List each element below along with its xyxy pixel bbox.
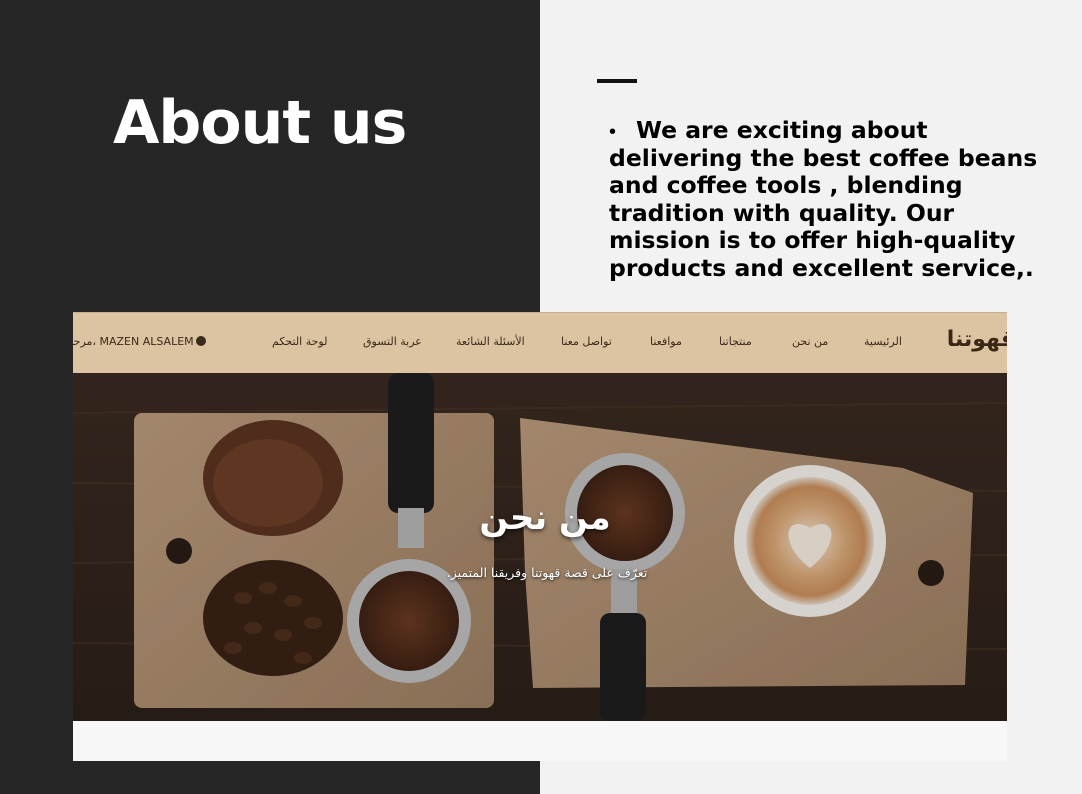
site-logo[interactable]: قهوتنا <box>947 327 1007 352</box>
greeting-text: مرحباً، MAZEN ALSALEM <box>73 335 194 348</box>
nav-locations[interactable]: موافعنا <box>650 335 682 348</box>
website-screenshot: قهوتنا الرئيسية من نحن منتجاتنا موافعنا … <box>73 312 1007 761</box>
hero-title: من نحن <box>479 498 611 538</box>
nav-dashboard[interactable]: لوحة التحكم <box>272 335 327 348</box>
hero-banner: من نحن تعرّف على قصة قهوتنا وفريقنا المت… <box>73 373 1007 721</box>
slide-title: About us <box>113 88 407 158</box>
nav-contact[interactable]: تواصل معنا <box>561 335 612 348</box>
slide-body-text: We are exciting about delivering the bes… <box>609 116 1038 282</box>
user-greeting[interactable]: مرحباً، MAZEN ALSALEM <box>73 335 206 348</box>
site-navbar: قهوتنا الرئيسية من نحن منتجاتنا موافعنا … <box>73 312 1007 373</box>
hero-subtitle: تعرّف على قصة قهوتنا وفريقنا المتميز. <box>446 565 648 580</box>
user-circle-icon <box>195 336 206 346</box>
nav-about[interactable]: من نحن <box>792 335 828 348</box>
accent-dash <box>597 79 637 83</box>
hero-coffee-image <box>73 373 1007 721</box>
nav-faq[interactable]: الأسئلة الشائعة <box>456 335 525 348</box>
nav-cart[interactable]: عربة التسوق <box>363 335 422 348</box>
nav-home[interactable]: الرئيسية <box>864 335 902 348</box>
nav-products[interactable]: منتجاتنا <box>719 335 752 348</box>
